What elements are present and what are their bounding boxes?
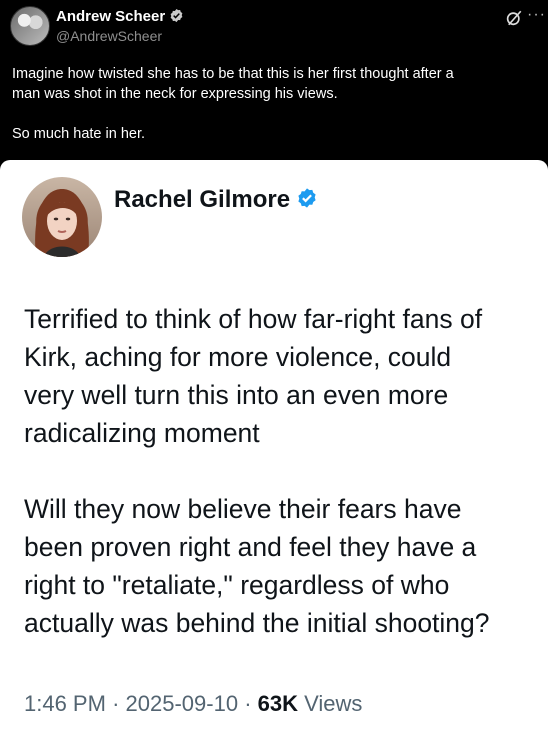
post-time[interactable]: 1:46 PM	[24, 691, 106, 716]
author-name[interactable]: Andrew Scheer	[56, 8, 165, 25]
post-date[interactable]: 2025-09-10	[126, 691, 239, 716]
post-header: Andrew Scheer @AndrewScheer ···	[0, 0, 548, 60]
quoted-author-name-row[interactable]: Rachel Gilmore	[114, 186, 318, 214]
post-meta: 1:46 PM · 2025-09-10 · 63K Views	[24, 691, 362, 717]
author-handle[interactable]: @AndrewScheer	[56, 28, 162, 44]
views-count: 63K	[257, 691, 298, 716]
meta-separator: ·	[244, 691, 252, 716]
quoted-author-name[interactable]: Rachel Gilmore	[114, 186, 290, 213]
verified-badge-icon	[298, 188, 316, 208]
quoted-post-card[interactable]: Rachel Gilmore Terrified to think of how…	[0, 160, 548, 730]
grok-icon[interactable]	[505, 9, 523, 27]
views-label: Views	[304, 691, 363, 716]
meta-separator: ·	[112, 691, 120, 716]
avatar-portrait-icon	[35, 189, 89, 257]
more-options-icon[interactable]: ···	[527, 6, 546, 24]
post-text: Imagine how twisted she has to be that t…	[12, 66, 454, 142]
author-avatar[interactable]	[10, 6, 50, 46]
author-name-row[interactable]: Andrew Scheer	[56, 8, 184, 25]
quoted-post-text: Terrified to think of how far-right fans…	[24, 304, 490, 638]
verified-badge-icon	[170, 8, 183, 23]
quoted-author-avatar[interactable]	[22, 177, 102, 257]
